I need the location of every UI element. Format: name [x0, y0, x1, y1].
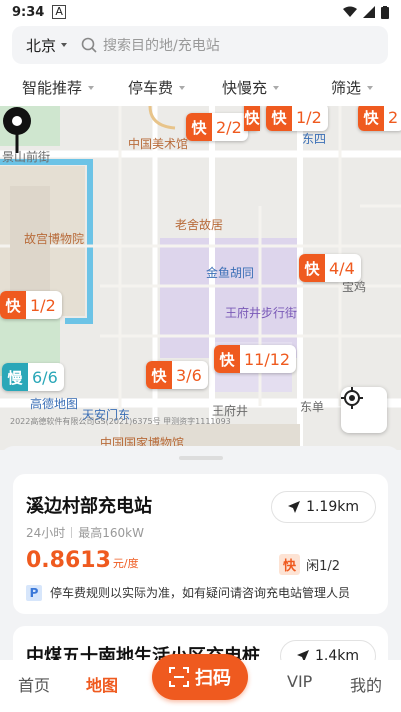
- marker-value: 2/2: [216, 117, 242, 137]
- marker-value: 2: [388, 107, 399, 127]
- navigate-button[interactable]: 1.4km: [279, 640, 376, 660]
- chevron-down-icon: [61, 43, 68, 47]
- nav-map[interactable]: 地图: [86, 672, 118, 696]
- navigate-button[interactable]: 1.19km: [271, 491, 376, 523]
- city-selector[interactable]: 北京: [26, 35, 56, 56]
- marker-value: 6/6: [32, 367, 58, 387]
- charger-marker[interactable]: 快 2: [358, 106, 401, 131]
- bottom-nav: 首页 地图 扫码 VIP 我的: [0, 654, 401, 712]
- nav-home[interactable]: 首页: [18, 672, 50, 696]
- price-value: 0.8613: [26, 548, 111, 573]
- filter-label: 停车费: [128, 79, 174, 97]
- available-count: 闲1/2: [306, 559, 340, 574]
- marker-value: 11/12: [244, 349, 291, 369]
- fast-tag: 快: [186, 113, 212, 141]
- fast-tag: 快: [0, 291, 26, 319]
- divider: [71, 527, 73, 538]
- station-name: 溪边村部充电站: [26, 496, 152, 517]
- search-box[interactable]: 北京 搜索目的地/充电站: [12, 26, 388, 64]
- fast-tag: 快: [146, 361, 172, 389]
- fast-tag: 快: [214, 345, 240, 373]
- scan-button[interactable]: 扫码: [152, 654, 248, 700]
- scan-icon: [169, 667, 189, 687]
- location-pin-icon: [3, 107, 31, 153]
- charger-marker[interactable]: 快 4/4: [299, 254, 361, 282]
- fast-tag: 快: [299, 254, 325, 282]
- marker-value: 1/2: [296, 107, 322, 127]
- map-label-dongsi: 东四: [302, 132, 327, 146]
- map-copyright: 2022高德软件有限公司GS(2021)6375号 甲测资字1111093: [10, 417, 231, 426]
- search-bar: 北京 搜索目的地/充电站: [0, 24, 401, 68]
- fast-tag: 快: [279, 554, 301, 575]
- charger-marker[interactable]: 快 3/6: [146, 361, 208, 389]
- drag-handle[interactable]: [179, 456, 223, 460]
- scan-label: 扫码: [195, 668, 231, 689]
- status-bar: 9:34 A: [0, 0, 401, 24]
- locate-button[interactable]: [341, 387, 387, 433]
- status-icons: [343, 5, 389, 19]
- filter-more[interactable]: 筛选: [331, 77, 374, 98]
- station-hours: 24小时: [26, 526, 66, 540]
- charger-marker-slow[interactable]: 慢 6/6: [2, 363, 64, 391]
- locate-icon: [341, 387, 363, 409]
- fast-tag: 快: [244, 106, 260, 131]
- map-label-jinyu: 金鱼胡同: [206, 266, 255, 280]
- station-card[interactable]: 溪边村部充电站 1.19km 24小时 最高160kW 0.8613 元/度 快…: [13, 474, 388, 614]
- station-distance: 1.4km: [314, 648, 359, 660]
- notification-icon: A: [52, 5, 66, 19]
- chevron-down-icon: [273, 85, 280, 90]
- parking-notice: P 停车费规则以实际为准，如有疑问请咨询充电站管理人员: [26, 584, 350, 601]
- marker-value: 1/2: [30, 295, 56, 315]
- filter-parking-fee[interactable]: 停车费: [128, 77, 186, 98]
- slow-tag: 慢: [2, 363, 28, 391]
- filter-label: 筛选: [331, 79, 362, 97]
- battery-icon: [381, 5, 389, 19]
- parking-icon: P: [26, 584, 42, 601]
- chevron-down-icon: [88, 85, 95, 90]
- station-meta: 24小时 最高160kW: [26, 524, 144, 541]
- search-input[interactable]: 搜索目的地/充电站: [103, 35, 220, 55]
- station-power: 最高160kW: [78, 526, 145, 540]
- charger-marker[interactable]: 快 2/2: [186, 113, 248, 141]
- charger-marker[interactable]: 快 1/2: [0, 291, 62, 319]
- map-label-laoshe: 老舍故居: [175, 218, 224, 232]
- filter-charge-speed[interactable]: 快慢充: [222, 77, 280, 98]
- nav-mine[interactable]: 我的: [350, 672, 382, 696]
- price-unit: 元/度: [112, 557, 139, 570]
- station-panel: 溪边村部充电站 1.19km 24小时 最高160kW 0.8613 元/度 快…: [0, 446, 401, 660]
- map-label-wangfujing-street: 王府井步行街: [225, 306, 298, 320]
- navigation-arrow-icon: [296, 650, 309, 660]
- parking-note: 停车费规则以实际为准，如有疑问请咨询充电站管理人员: [50, 586, 351, 600]
- map-label-museum: 故宫博物院: [24, 232, 85, 246]
- fast-tag: 快: [266, 106, 292, 131]
- marker-value: 4/4: [329, 258, 355, 278]
- filter-label: 快慢充: [222, 79, 268, 97]
- fast-tag: 快: [358, 106, 384, 131]
- filter-bar: 智能推荐 停车费 快慢充 筛选: [0, 68, 401, 106]
- charger-marker[interactable]: 快 11/12: [214, 345, 297, 373]
- filter-smart-sort[interactable]: 智能推荐: [22, 77, 95, 98]
- chevron-down-icon: [367, 85, 374, 90]
- map-label-gaode: 高德地图: [30, 397, 79, 411]
- signal-icon: [363, 6, 375, 18]
- chevron-down-icon: [179, 85, 186, 90]
- navigation-arrow-icon: [288, 501, 301, 513]
- availability: 快 闲1/2: [279, 554, 340, 575]
- nav-vip[interactable]: VIP: [287, 672, 312, 691]
- charger-marker[interactable]: 快 1/2: [266, 106, 328, 131]
- station-price: 0.8613 元/度: [26, 548, 139, 573]
- search-icon: [81, 37, 97, 53]
- map-label-dongdan: 东单: [300, 400, 325, 414]
- filter-label: 智能推荐: [22, 79, 83, 97]
- map-label-art: 中国美术馆: [128, 137, 189, 151]
- charger-marker[interactable]: 快: [244, 106, 260, 131]
- marker-value: 3/6: [176, 365, 202, 385]
- map-view[interactable]: 景山前街 故宫博物院 中国美术馆 东四 老舍故居 金鱼胡同 王府井步行街 天安门…: [0, 106, 401, 450]
- status-time: 9:34: [12, 4, 45, 20]
- station-distance: 1.19km: [306, 499, 359, 515]
- wifi-icon: [343, 6, 357, 17]
